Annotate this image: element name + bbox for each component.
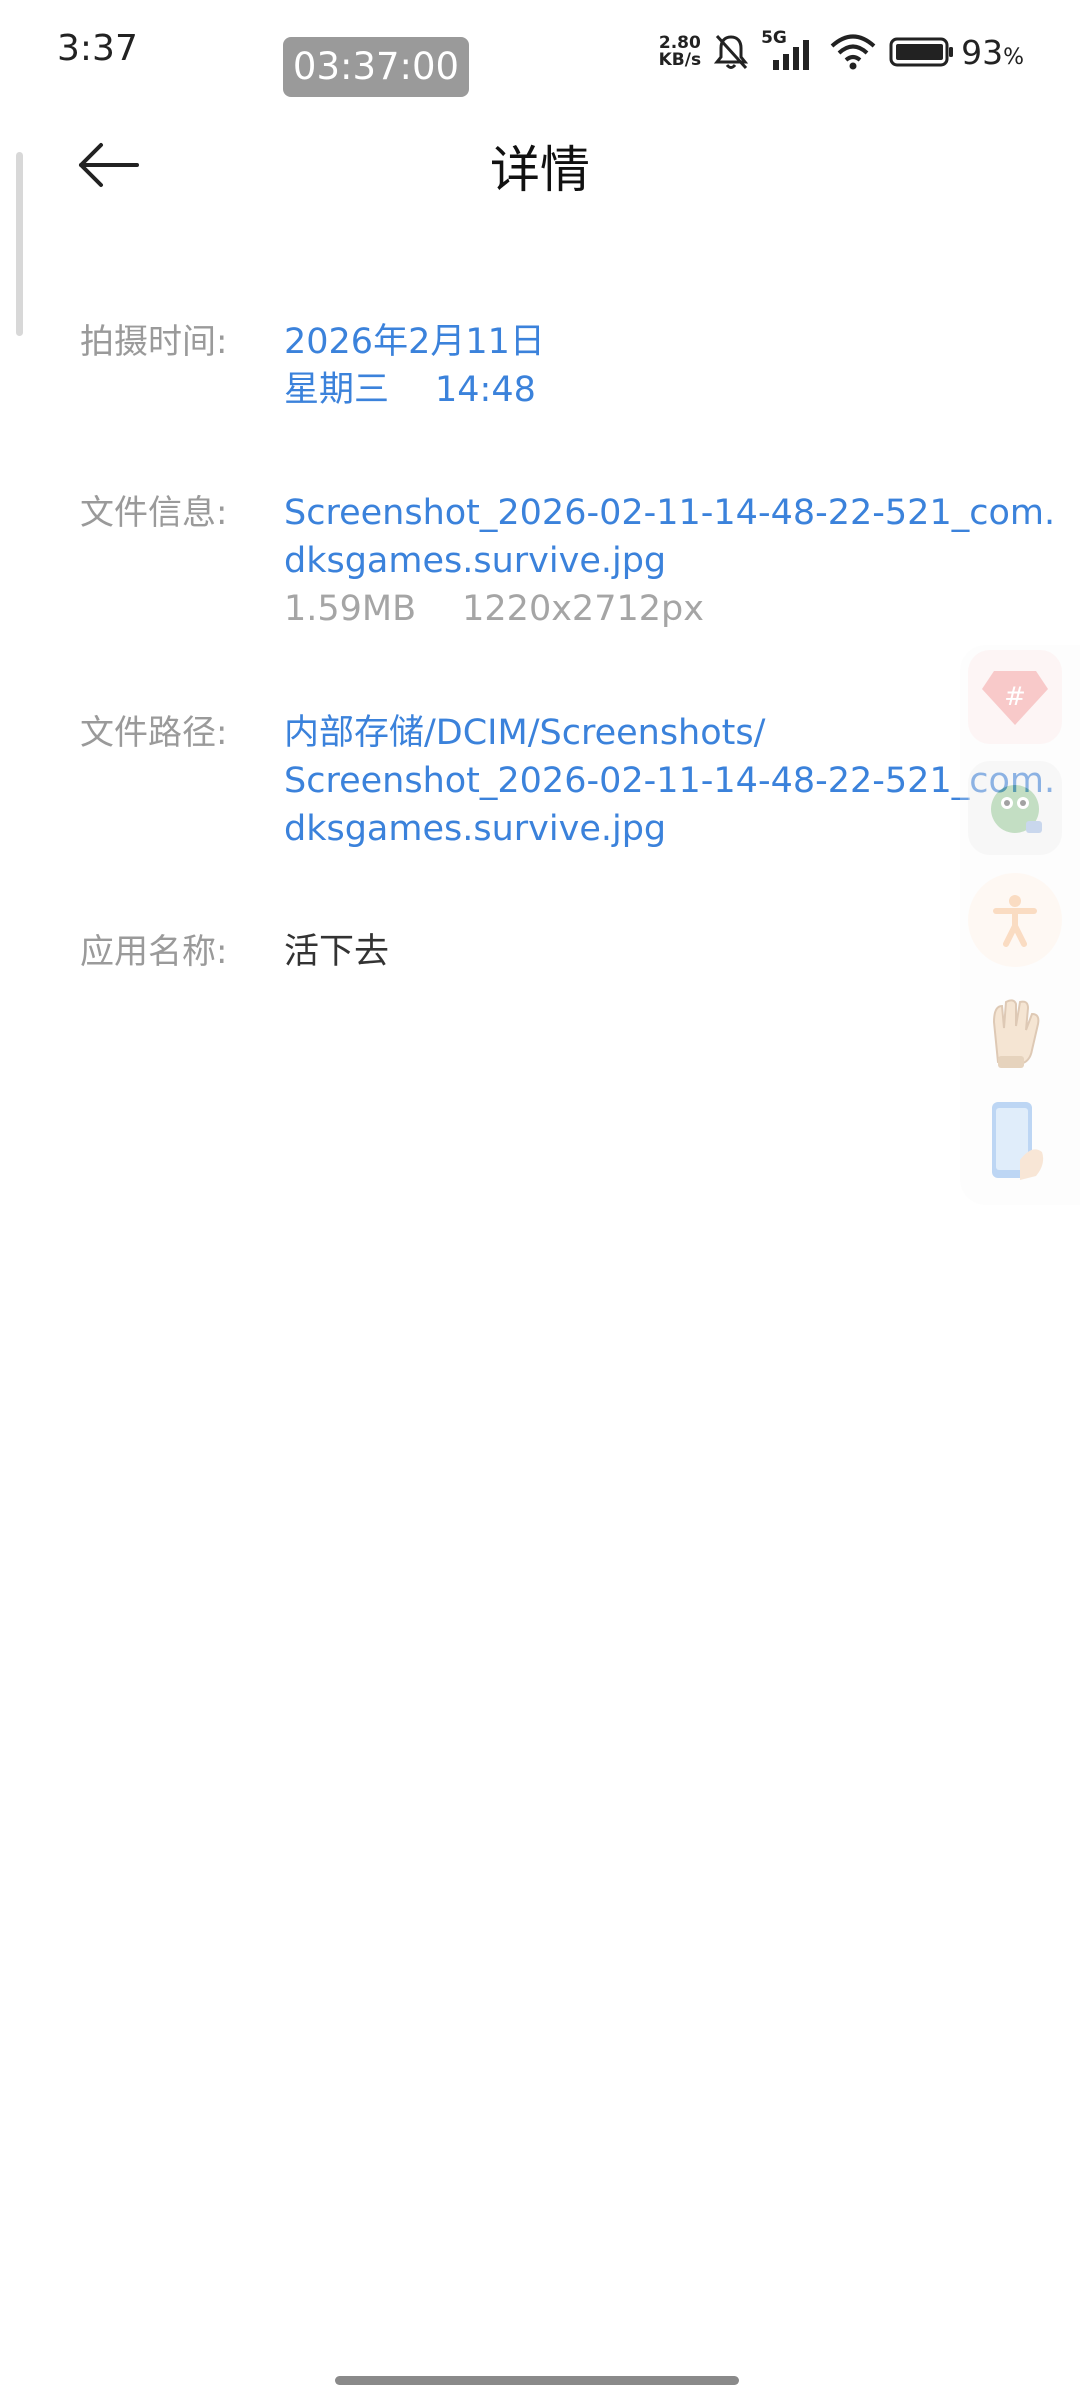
file-meta: 1.59MB 1220x2712px [284, 585, 1024, 633]
signal-icon: 5G [761, 28, 817, 72]
wifi-icon [830, 34, 876, 70]
svg-text:#: # [1004, 682, 1026, 712]
file-path-value[interactable]: 内部存储/DCIM/Screenshots/ Screenshot_2026-0… [284, 709, 1056, 853]
file-path-line3: dksgames.survive.jpg [284, 809, 667, 849]
capture-weekday: 星期三 [284, 370, 390, 410]
header: 详情 [0, 110, 1080, 220]
status-icons: 2.80 KB/s 5G 93% [659, 28, 1024, 74]
file-path-line1: 内部存储/DCIM/Screenshots/ [284, 713, 766, 753]
file-size: 1.59MB [284, 589, 417, 629]
capture-time-label: 拍摄时间: [80, 322, 228, 362]
battery-icon [889, 37, 954, 67]
capture-weekday-time: 星期三 14:48 [284, 366, 1024, 414]
capture-date: 2026年2月11日 [284, 322, 545, 362]
capture-time-value: 2026年2月11日 星期三 14:48 [284, 318, 1024, 414]
file-info-label: 文件信息: [80, 493, 228, 533]
home-indicator[interactable] [335, 2376, 739, 2385]
file-dimensions: 1220x2712px [462, 589, 704, 629]
accessibility-icon[interactable] [968, 873, 1062, 967]
status-time: 3:37 [57, 28, 138, 69]
battery-percent-unit: % [1003, 44, 1024, 70]
file-name-line1: Screenshot_2026-02-11-14-48-22-521_com. [284, 493, 1056, 533]
floating-app-dock: # [960, 645, 1080, 1205]
capture-time: 14:48 [435, 370, 536, 410]
bell-muted-icon [713, 34, 749, 70]
network-speed-unit: KB/s [658, 50, 702, 70]
network-speed: 2.80 KB/s [659, 35, 701, 69]
battery-percent-value: 93 [961, 32, 1004, 72]
app-name-value: 活下去 [284, 932, 390, 972]
game-app-icon[interactable] [968, 761, 1062, 855]
scroll-indicator [16, 152, 23, 336]
status-bar: 3:37 03:37:00 2.80 KB/s 5G 93% [0, 0, 1080, 100]
phone-hand-icon[interactable] [968, 1095, 1062, 1189]
file-info-value[interactable]: Screenshot_2026-02-11-14-48-22-521_com. … [284, 489, 1056, 633]
file-name-line2: dksgames.survive.jpg [284, 541, 667, 581]
hashtag-app-icon[interactable]: # [968, 650, 1062, 744]
glove-app-icon[interactable] [968, 985, 1062, 1079]
file-path-label: 文件路径: [80, 713, 228, 753]
app-name-label: 应用名称: [80, 932, 228, 972]
file-path-line2: Screenshot_2026-02-11-14-48-22-521_com. [284, 761, 1056, 801]
battery-percent: 93% [961, 33, 1024, 72]
page-title: 详情 [490, 141, 590, 199]
recording-timer: 03:37:00 [283, 37, 469, 97]
